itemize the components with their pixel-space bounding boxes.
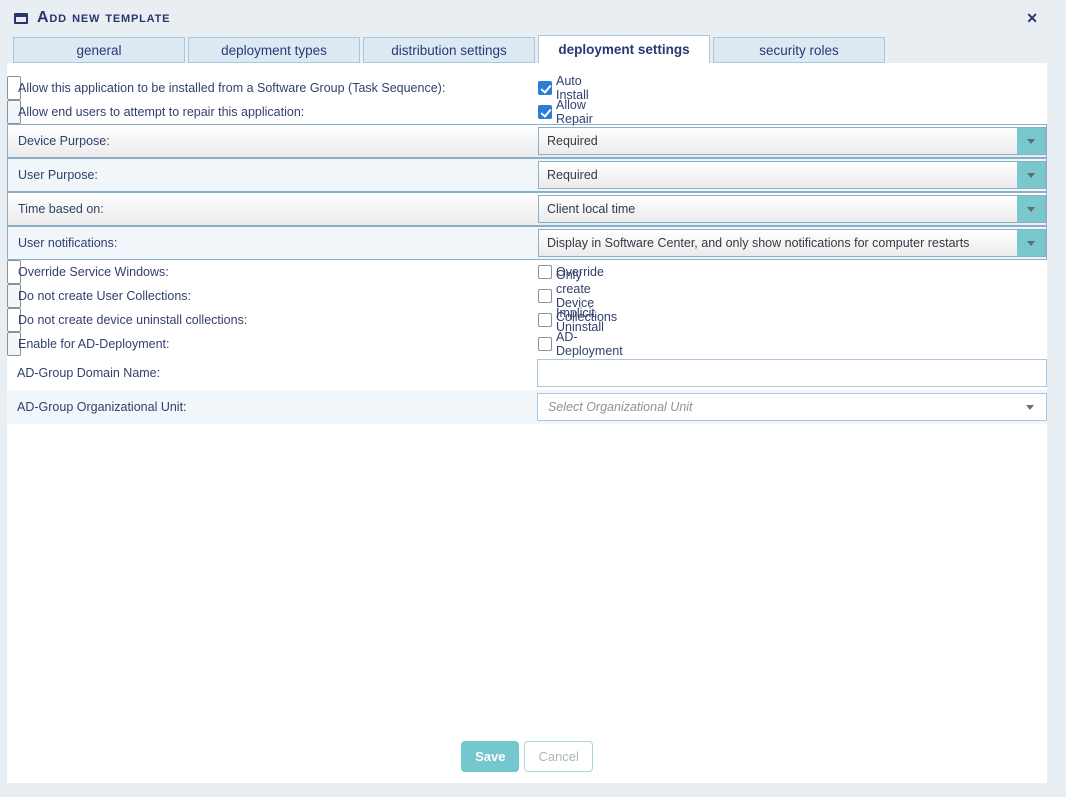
row-control: Select Organizational Unit: [537, 393, 1047, 421]
row-checkbox[interactable]: [538, 265, 552, 279]
window-icon: [14, 13, 28, 24]
row-checkbox[interactable]: [538, 105, 552, 119]
chevron-down-icon[interactable]: [1017, 162, 1045, 188]
form-row: Allow this application to be installed f…: [7, 76, 21, 100]
row-label: User notifications:: [8, 236, 538, 250]
dialog-content: Allow this application to be installed f…: [7, 63, 1047, 783]
tab-distribution-settings[interactable]: distribution settings: [363, 37, 535, 63]
row-control: Required: [538, 161, 1046, 189]
form-row: Do not create User Collections:Only crea…: [7, 284, 21, 308]
row-label: Allow this application to be installed f…: [8, 81, 538, 95]
row-label: AD-Group Domain Name:: [7, 366, 537, 380]
select-input[interactable]: Select Organizational Unit: [537, 393, 1047, 421]
row-label: Allow end users to attempt to repair thi…: [8, 105, 538, 119]
form-row: Time based on:Client local time: [7, 192, 1047, 226]
row-checkbox[interactable]: [538, 81, 552, 95]
row-label: Enable for AD-Deployment:: [8, 337, 538, 351]
text-input[interactable]: [537, 359, 1047, 387]
chevron-down-icon[interactable]: [1017, 128, 1045, 154]
close-icon[interactable]: ✕: [1026, 11, 1052, 25]
dropdown-value: Required: [539, 168, 1017, 182]
dialog-title: Add new template: [37, 9, 170, 27]
form-rows: Allow this application to be installed f…: [7, 63, 1047, 424]
dropdown-value: Required: [539, 134, 1017, 148]
checkbox-label: Allow Repair: [556, 98, 593, 126]
chevron-down-icon[interactable]: [1017, 196, 1045, 222]
row-control: Required: [538, 127, 1046, 155]
row-checkbox[interactable]: [538, 289, 552, 303]
form-row: AD-Group Domain Name:: [7, 356, 1047, 390]
dropdown-input[interactable]: Required: [538, 127, 1046, 155]
form-row: Allow end users to attempt to repair thi…: [7, 100, 21, 124]
form-row: User Purpose:Required: [7, 158, 1047, 192]
tab-bar: generaldeployment typesdistribution sett…: [13, 36, 885, 63]
cancel-button[interactable]: Cancel: [524, 741, 592, 772]
dropdown-input[interactable]: Display in Software Center, and only sho…: [538, 229, 1046, 257]
form-row: Enable for AD-Deployment:AD-Deployment: [7, 332, 21, 356]
form-row: AD-Group Organizational Unit: Select Orga…: [7, 390, 1047, 424]
checkbox-label: AD-Deployment: [556, 330, 623, 358]
chevron-down-icon[interactable]: [1026, 405, 1034, 410]
row-checkbox[interactable]: [538, 313, 552, 327]
dropdown-value: Client local time: [539, 202, 1017, 216]
footer-buttons: Save Cancel: [7, 741, 1047, 772]
dropdown-input[interactable]: Client local time: [538, 195, 1046, 223]
form-row: Device Purpose:Required: [7, 124, 1047, 158]
row-label: Device Purpose:: [8, 134, 538, 148]
save-button[interactable]: Save: [461, 741, 519, 772]
row-label: Do not create User Collections:: [8, 289, 538, 303]
dialog-header: Add new template ✕: [0, 0, 1066, 36]
row-label: Do not create device uninstall collectio…: [8, 313, 538, 327]
form-row: User notifications:Display in Software C…: [7, 226, 1047, 260]
row-label: Override Service Windows:: [8, 265, 538, 279]
row-control: Display in Software Center, and only sho…: [538, 229, 1046, 257]
row-control: Client local time: [538, 195, 1046, 223]
tab-deployment-settings[interactable]: deployment settings: [538, 35, 710, 63]
row-label: User Purpose:: [8, 168, 538, 182]
dropdown-input[interactable]: Required: [538, 161, 1046, 189]
dropdown-value: Display in Software Center, and only sho…: [539, 236, 1017, 250]
form-row: Do not create device uninstall collectio…: [7, 308, 21, 332]
select-placeholder: Select Organizational Unit: [548, 400, 1026, 414]
tab-deployment-types[interactable]: deployment types: [188, 37, 360, 63]
row-label: AD-Group Organizational Unit:: [7, 400, 537, 414]
row-label: Time based on:: [8, 202, 538, 216]
chevron-down-icon[interactable]: [1017, 230, 1045, 256]
tab-security-roles[interactable]: security roles: [713, 37, 885, 63]
tab-general[interactable]: general: [13, 37, 185, 63]
row-control: [537, 359, 1047, 387]
row-checkbox[interactable]: [538, 337, 552, 351]
form-row: Override Service Windows:Override: [7, 260, 21, 284]
